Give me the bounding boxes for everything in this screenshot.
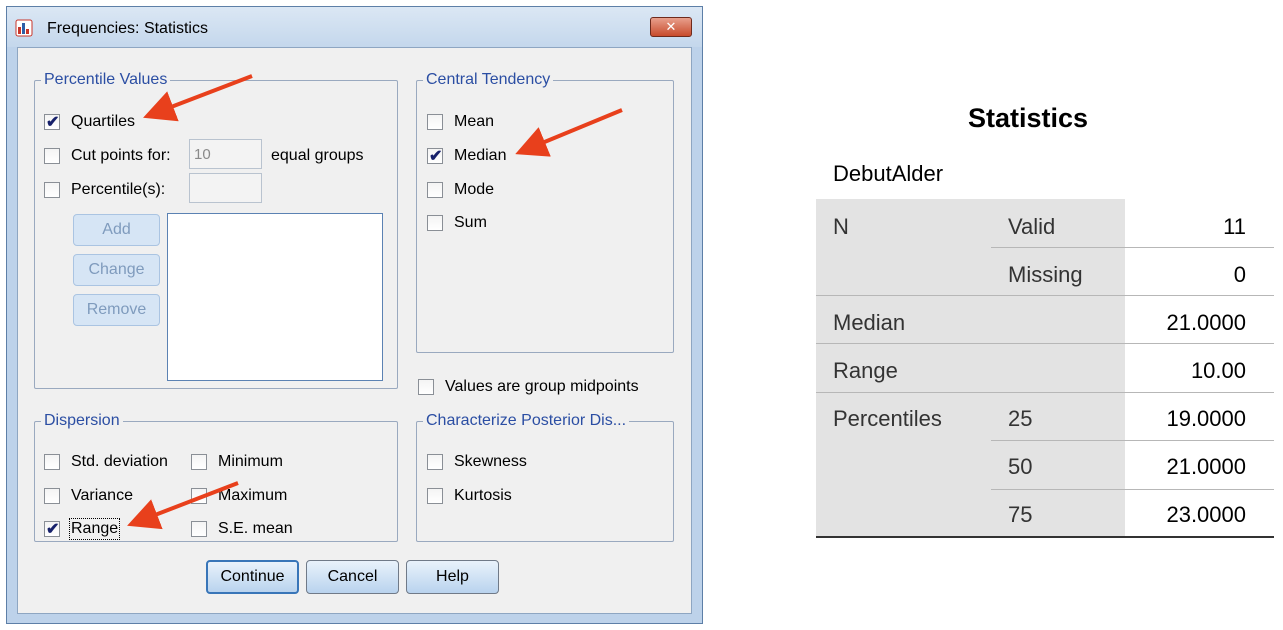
cut-points-input[interactable]: 10 — [189, 139, 262, 169]
central-tendency-legend: Central Tendency — [426, 71, 551, 88]
p75-value: 23.0000 — [1166, 502, 1246, 527]
mean-label: Mean — [454, 113, 495, 130]
row-divider — [816, 295, 1274, 296]
median-value: 21.0000 — [1166, 310, 1246, 335]
range-value: 10.00 — [1190, 358, 1246, 383]
median-label: Median — [454, 147, 507, 164]
missing-value: 0 — [1233, 262, 1246, 287]
sum-label: Sum — [454, 214, 487, 231]
std-deviation-check-box — [44, 454, 60, 470]
range-check-box: ✔ — [44, 521, 60, 538]
close-button[interactable]: ✕ — [650, 17, 692, 37]
row-divider — [816, 343, 1274, 344]
se-mean-check-box — [191, 521, 207, 537]
maximum-check-box — [191, 488, 207, 504]
group-midpoints-check-box — [418, 379, 434, 395]
frequencies-statistics-dialog: Frequencies: Statistics ✕ Percentile Val… — [6, 6, 703, 624]
help-button[interactable]: Help — [406, 560, 499, 594]
mode-check-box — [427, 182, 443, 198]
row-divider — [991, 247, 1274, 248]
add-button[interactable]: Add — [73, 214, 160, 246]
range-label: Range — [68, 518, 121, 540]
row-divider — [991, 440, 1274, 441]
valid-value: 11 — [1223, 214, 1246, 239]
change-button[interactable]: Change — [73, 254, 160, 286]
variance-label: Variance — [71, 487, 133, 504]
percentiles-check-box — [44, 182, 60, 198]
missing-label: Missing — [1008, 262, 1083, 287]
kurtosis-label: Kurtosis — [454, 487, 512, 504]
p50-value: 21.0000 — [1166, 454, 1246, 479]
cut-points-label: Cut points for: — [71, 147, 171, 164]
checkmark-icon: ✔ — [46, 114, 60, 131]
maximum-label: Maximum — [218, 487, 288, 504]
skewness-label: Skewness — [454, 453, 527, 470]
mean-check-box — [427, 114, 443, 130]
quartiles-label: Quartiles — [71, 113, 136, 130]
continue-button[interactable]: Continue — [206, 560, 299, 594]
cut-points-check-box — [44, 148, 60, 164]
checkmark-icon: ✔ — [429, 148, 443, 165]
spss-app-icon — [15, 19, 33, 37]
row-divider — [816, 392, 1274, 393]
std-deviation-label: Std. deviation — [71, 453, 168, 470]
close-icon: ✕ — [665, 20, 677, 35]
statistics-table: N Valid 11 Missing 0 Median 21.0000 Rang… — [816, 199, 1274, 538]
skewness-check-box — [427, 454, 443, 470]
title-bar[interactable]: Frequencies: Statistics ✕ — [7, 7, 702, 47]
percentiles-input[interactable] — [189, 173, 262, 203]
remove-button[interactable]: Remove — [73, 294, 160, 326]
posterior-legend: Characterize Posterior Dis... — [426, 412, 627, 429]
quartiles-check-box: ✔ — [44, 114, 60, 131]
percentile-list[interactable] — [167, 213, 383, 381]
minimum-label: Minimum — [218, 453, 283, 470]
row-divider — [991, 489, 1274, 490]
dialog-client-area: Percentile Values ✔ Quartiles Cut points… — [17, 47, 692, 614]
variance-check-box — [44, 488, 60, 504]
cancel-button[interactable]: Cancel — [306, 560, 399, 594]
equal-groups-label: equal groups — [271, 147, 364, 164]
table-bottom-border — [816, 536, 1274, 538]
se-mean-label: S.E. mean — [218, 520, 293, 537]
sum-check-box — [427, 215, 443, 231]
statistics-title: Statistics — [968, 103, 1089, 133]
posterior-group: Characterize Posterior Dis... — [416, 412, 674, 542]
mode-label: Mode — [454, 181, 495, 198]
percentile-values-legend: Percentile Values — [44, 71, 168, 88]
range-row-label: Range — [833, 358, 898, 383]
checkmark-icon: ✔ — [46, 521, 60, 538]
kurtosis-check-box — [427, 488, 443, 504]
p75-label: 75 — [1008, 502, 1033, 527]
group-midpoints-label: Values are group midpoints — [445, 378, 639, 395]
p50-label: 50 — [1008, 454, 1033, 479]
median-row-label: Median — [833, 310, 906, 335]
dialog-title: Frequencies: Statistics — [47, 20, 208, 37]
percentiles-row-label: Percentiles — [833, 406, 942, 431]
median-check-box: ✔ — [427, 148, 443, 165]
p25-label: 25 — [1008, 406, 1033, 431]
valid-label: Valid — [1008, 214, 1056, 239]
p25-value: 19.0000 — [1166, 406, 1246, 431]
minimum-check-box — [191, 454, 207, 470]
dispersion-legend: Dispersion — [44, 412, 120, 429]
variable-name: DebutAlder — [833, 161, 944, 186]
percentiles-label: Percentile(s): — [71, 181, 166, 198]
n-label: N — [833, 214, 849, 239]
